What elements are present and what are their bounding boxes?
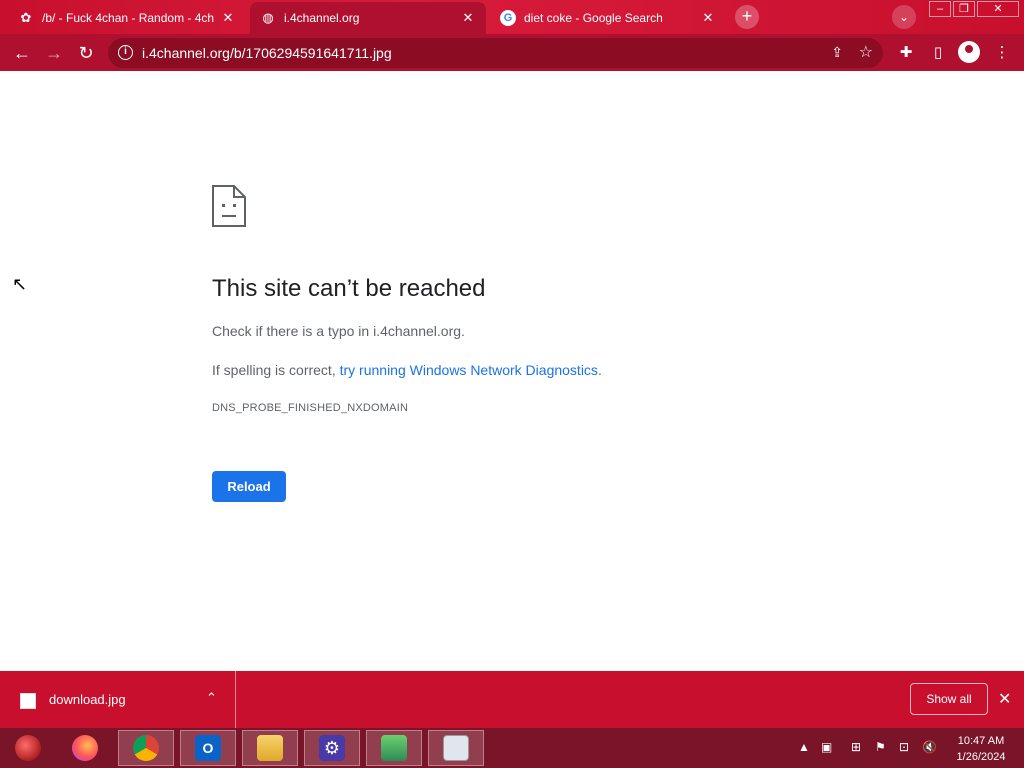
clock-date: 1/26/2024 — [956, 751, 1006, 763]
tab-title: /b/ - Fuck 4chan - Random - 4ch — [42, 11, 215, 25]
site-info-icon[interactable]: i — [118, 45, 133, 60]
taskbar-file-explorer[interactable] — [242, 730, 298, 766]
google-g-icon: G — [500, 10, 516, 26]
error-suggestion-typo: Check if there is a typo in i.4channel.o… — [212, 323, 465, 339]
new-tab-button[interactable]: + — [735, 5, 759, 29]
outlook-icon: O — [195, 735, 221, 761]
error-code: DNS_PROBE_FINISHED_NXDOMAIN — [212, 402, 409, 414]
chrome-icon — [133, 735, 159, 761]
mouse-cursor-icon: ↖ — [12, 274, 28, 294]
reload-button[interactable]: ↻ — [73, 40, 99, 66]
reload-page-button[interactable]: Reload — [212, 471, 286, 502]
tab-close-icon[interactable]: ✕ — [460, 10, 476, 26]
firefox-icon — [72, 735, 98, 761]
tab-strip: ✿ /b/ - Fuck 4chan - Random - 4ch ✕ ◍ i.… — [0, 0, 1024, 34]
error-suggestion-diagnostics: If spelling is correct, try running Wind… — [212, 362, 602, 378]
page-content: This site can’t be reached Check if ther… — [0, 71, 1024, 671]
tab-google[interactable]: G diet coke - Google Search ✕ — [490, 2, 726, 34]
folder-icon — [257, 735, 283, 761]
diagnostics-suffix: . — [597, 362, 602, 378]
sad-page-icon — [212, 185, 246, 227]
maximize-button[interactable]: ❐ — [953, 1, 975, 17]
installer-icon — [381, 735, 407, 761]
chevron-up-icon[interactable]: ⌃ — [206, 690, 217, 706]
download-item[interactable]: download.jpg ⌃ — [0, 671, 236, 728]
tab-i4channel[interactable]: ◍ i.4channel.org ✕ — [250, 2, 486, 34]
tab-title: i.4channel.org — [284, 11, 360, 25]
tab-4chan[interactable]: ✿ /b/ - Fuck 4chan - Random - 4ch ✕ — [8, 2, 246, 34]
monitor-chart-icon — [443, 735, 469, 761]
taskbar-chrome[interactable] — [118, 730, 174, 766]
start-orb-icon — [15, 735, 41, 761]
forward-button[interactable]: → — [41, 40, 67, 66]
windows-taskbar: O ⚙ ▲ ▣ ⊞ ⚑ ⊡ 🔇 10:47 AM 1/26/2024 — [0, 728, 1024, 768]
gear-icon: ⚙ — [319, 735, 345, 761]
menu-icon[interactable]: ⋮ — [989, 40, 1015, 66]
browser-toolbar: ← → ↻ i i.4channel.org/b/170629459164171… — [0, 34, 1024, 71]
download-shelf: download.jpg ⌃ Show all ✕ — [0, 671, 1024, 728]
device-icon[interactable]: ▣ — [821, 740, 832, 754]
tab-close-icon[interactable]: ✕ — [220, 10, 236, 26]
download-filename: download.jpg — [49, 692, 126, 707]
share-icon[interactable]: ⇪ — [831, 44, 843, 61]
network-diagnostics-link[interactable]: try running Windows Network Diagnostics — [340, 362, 598, 378]
close-window-button[interactable]: ✕ — [977, 1, 1019, 17]
tab-search-button[interactable]: ⌄ — [892, 5, 916, 29]
address-bar[interactable]: i i.4channel.org/b/1706294591641711.jpg … — [108, 38, 883, 68]
tab-close-icon[interactable]: ✕ — [700, 10, 716, 26]
show-hidden-icons[interactable]: ▲ — [798, 740, 810, 754]
extensions-icon[interactable]: ✚ — [893, 40, 919, 66]
volume-muted-icon[interactable]: 🔇 — [922, 740, 937, 754]
4chan-clover-icon: ✿ — [20, 10, 32, 25]
minimize-button[interactable]: – — [929, 1, 951, 17]
error-heading: This site can’t be reached — [212, 275, 486, 302]
taskbar-firefox[interactable] — [57, 730, 113, 766]
address-url[interactable]: i.4channel.org/b/1706294591641711.jpg — [142, 45, 392, 61]
taskbar-settings[interactable]: ⚙ — [304, 730, 360, 766]
back-button[interactable]: ← — [9, 40, 35, 66]
taskbar-outlook[interactable]: O — [180, 730, 236, 766]
bookmark-star-icon[interactable]: ☆ — [859, 42, 873, 62]
taskbar-performance-monitor[interactable] — [428, 730, 484, 766]
taskbar-installer[interactable] — [366, 730, 422, 766]
action-center-flag-icon[interactable]: ⚑ — [875, 740, 886, 754]
profile-avatar[interactable] — [958, 41, 980, 63]
show-all-downloads-button[interactable]: Show all — [910, 683, 988, 715]
start-button[interactable] — [0, 730, 56, 766]
network-share-icon[interactable]: ⊞ — [851, 740, 861, 754]
network-icon[interactable]: ⊡ — [899, 740, 909, 754]
side-panel-icon[interactable]: ▯ — [925, 40, 951, 66]
system-clock[interactable]: 10:47 AM 1/26/2024 — [946, 733, 1016, 765]
clock-time: 10:47 AM — [957, 735, 1005, 747]
tab-title: diet coke - Google Search — [524, 11, 663, 25]
image-file-icon — [20, 693, 36, 709]
diagnostics-prefix: If spelling is correct, — [212, 362, 340, 378]
close-download-shelf-icon[interactable]: ✕ — [998, 689, 1011, 709]
globe-icon: ◍ — [262, 10, 274, 25]
